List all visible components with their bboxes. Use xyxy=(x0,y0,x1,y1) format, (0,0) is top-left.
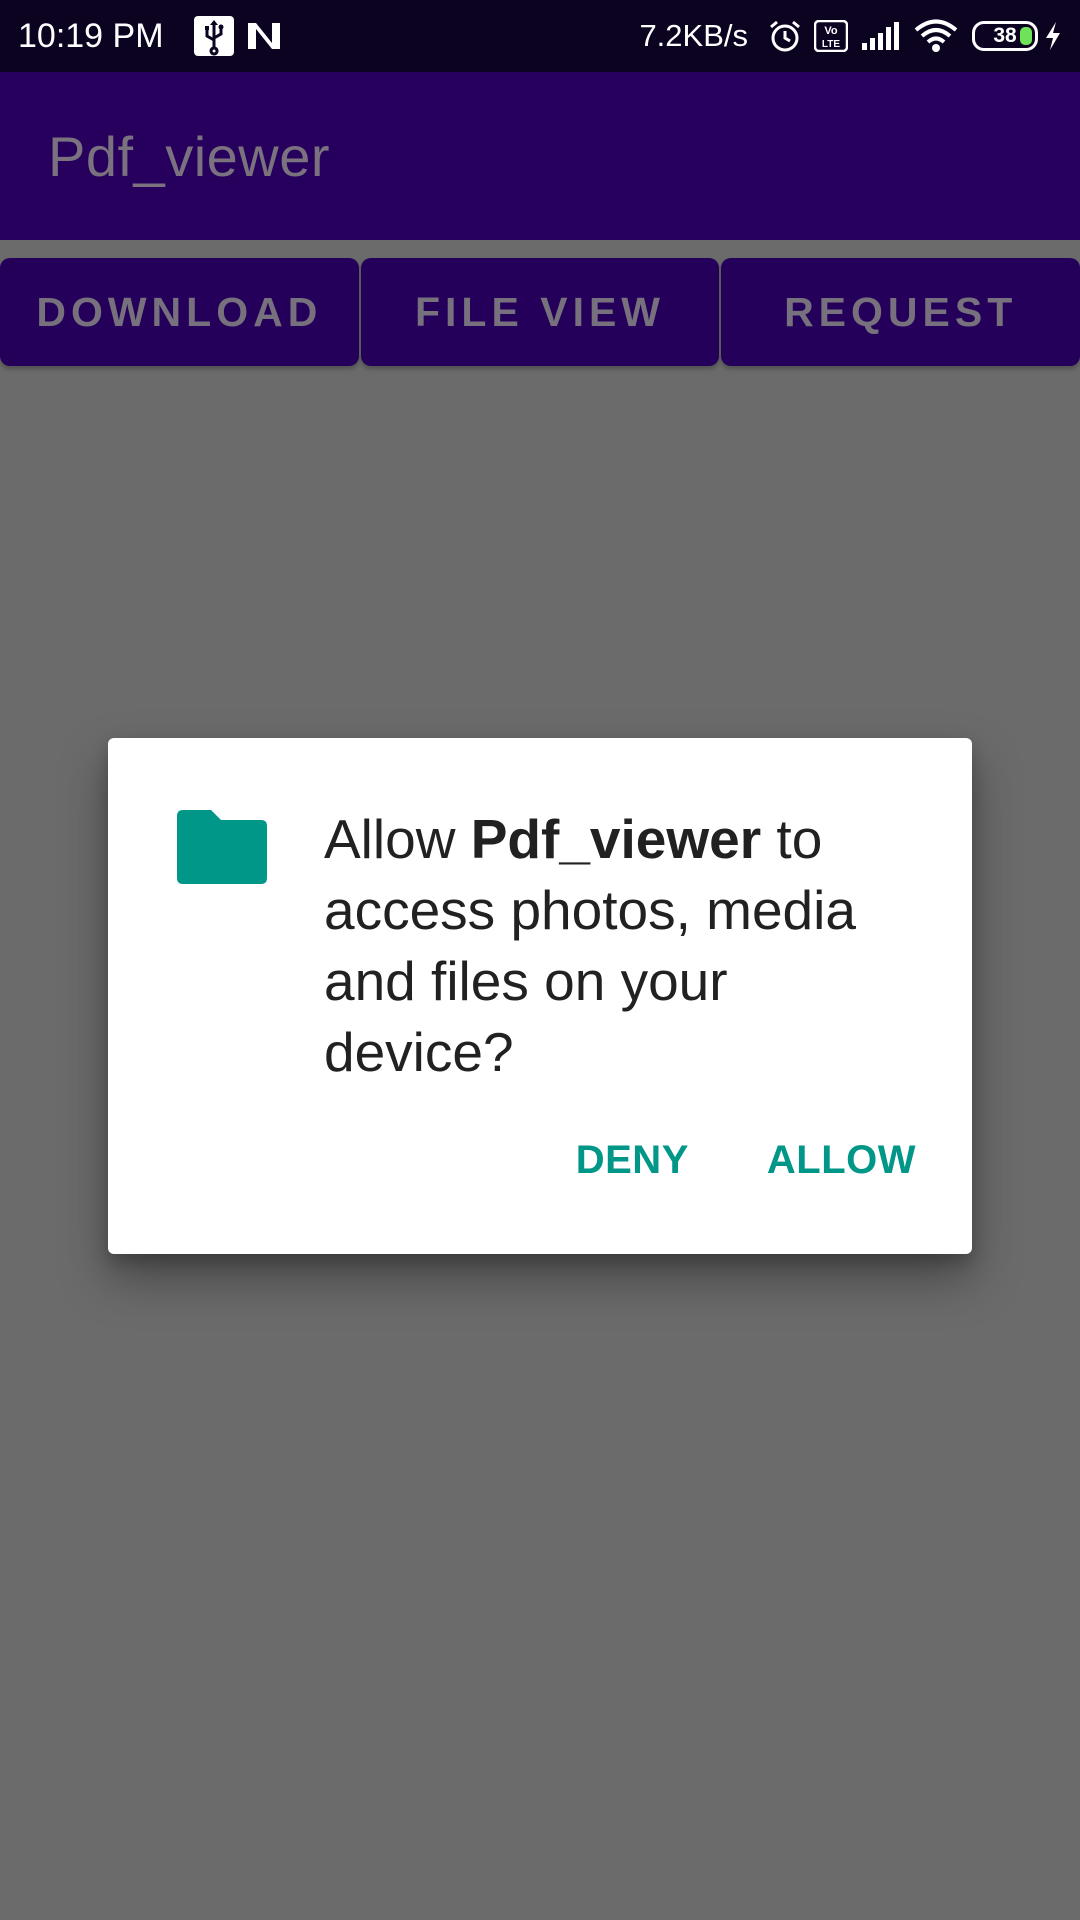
app-bar: Pdf_viewer xyxy=(0,72,1080,240)
status-bar: 10:19 PM 7.2KB/s Vo LTE 38 xyxy=(0,0,1080,72)
status-right: 7.2KB/s Vo LTE 38 xyxy=(639,18,1062,54)
permission-dialog: Allow Pdf_viewer to access photos, media… xyxy=(108,738,972,1254)
battery-fill xyxy=(1020,27,1032,45)
battery-level: 38 xyxy=(993,24,1017,47)
download-button[interactable]: DOWNLOAD xyxy=(0,258,359,366)
net-speed: 7.2KB/s xyxy=(639,18,748,53)
app-title: Pdf_viewer xyxy=(48,124,331,188)
allow-button[interactable]: ALLOW xyxy=(767,1138,916,1183)
button-row: DOWNLOAD FILE VIEW REQUEST xyxy=(0,258,1080,366)
n-notification-icon xyxy=(246,21,282,51)
file-view-button[interactable]: FILE VIEW xyxy=(360,258,720,366)
wifi-icon xyxy=(914,19,958,53)
signal-icon xyxy=(860,21,902,51)
charging-icon xyxy=(1044,21,1062,51)
message-prefix: Allow xyxy=(324,808,471,870)
svg-text:Vo: Vo xyxy=(824,25,838,37)
dialog-actions: DENY ALLOW xyxy=(576,1138,916,1183)
alarm-icon xyxy=(768,19,802,53)
deny-button[interactable]: DENY xyxy=(576,1138,689,1183)
folder-icon xyxy=(177,810,267,884)
request-button[interactable]: REQUEST xyxy=(721,258,1080,366)
battery-icon: 38 xyxy=(972,21,1038,51)
status-left: 10:19 PM xyxy=(18,16,282,56)
dialog-message: Allow Pdf_viewer to access photos, media… xyxy=(324,804,924,1088)
volte-icon: Vo LTE xyxy=(814,20,848,52)
status-time: 10:19 PM xyxy=(18,16,164,55)
usb-icon xyxy=(193,16,234,56)
svg-text:LTE: LTE xyxy=(822,39,840,50)
message-app-name: Pdf_viewer xyxy=(470,808,762,870)
